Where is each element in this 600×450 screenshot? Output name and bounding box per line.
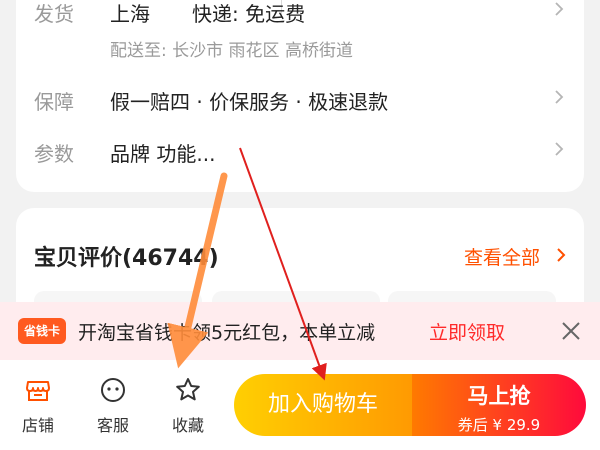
- params-value[interactable]: 品牌 功能...: [110, 138, 215, 167]
- customer-service-tab-label: 客服: [96, 416, 129, 435]
- savings-card-badge: 省钱卡: [18, 318, 66, 344]
- add-to-cart-button[interactable]: 加入购物车: [234, 374, 412, 436]
- chevron-right-icon: [552, 90, 566, 104]
- favorite-tab-label: 收藏: [171, 416, 204, 435]
- ship-row[interactable]: 上海 快递: 免运费: [110, 0, 560, 26]
- chevron-right-icon[interactable]: [555, 247, 567, 267]
- params-label: 参数: [34, 142, 74, 166]
- coupon-price: 券后 ¥ 29.9: [457, 416, 541, 434]
- favorite-tab[interactable]: 收藏: [158, 370, 218, 436]
- guarantee-label: 保障: [34, 90, 74, 114]
- reviews-title: 宝贝评价(46744): [34, 246, 219, 271]
- buy-now-button[interactable]: 马上抢 券后 ¥ 29.9: [412, 374, 586, 436]
- delivery-destination: 配送至: 长沙市 雨花区 高桥街道: [110, 41, 353, 61]
- buy-now-label: 马上抢: [467, 384, 531, 408]
- guarantee-value[interactable]: 假一赔四 · 价保服务 · 极速退款: [110, 86, 388, 115]
- store-tab-label: 店铺: [21, 416, 54, 435]
- view-all-reviews-link[interactable]: 查看全部: [464, 243, 540, 270]
- ship-origin: 上海: [110, 2, 150, 26]
- claim-now-link[interactable]: 立即领取: [429, 318, 505, 345]
- ship-label: 发货: [34, 2, 74, 26]
- close-icon[interactable]: [559, 319, 583, 343]
- delivery-method: 快递: 免运费: [192, 2, 306, 26]
- customer-service-tab[interactable]: 客服: [83, 370, 143, 436]
- add-to-cart-label: 加入购物车: [267, 392, 378, 417]
- chevron-right-icon: [552, 142, 566, 156]
- store-icon: [24, 376, 52, 404]
- promo-text: 开淘宝省钱卡领5元红包，本单立减: [78, 322, 376, 344]
- store-tab[interactable]: 店铺: [8, 370, 68, 436]
- chat-icon: [99, 376, 127, 404]
- star-icon: [174, 376, 202, 404]
- chevron-right-icon: [552, 2, 566, 16]
